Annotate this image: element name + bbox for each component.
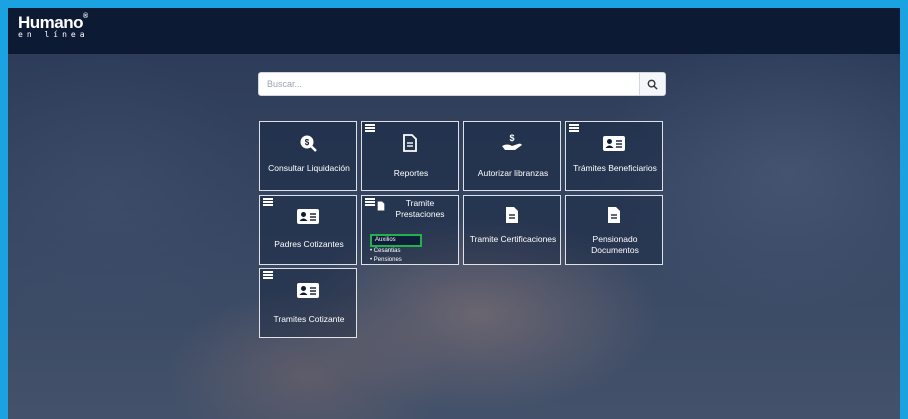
brand-registered: ® <box>83 13 88 20</box>
tile-label: Tramite Certificaciones <box>469 234 557 244</box>
top-bar: Humano® en línea <box>8 8 900 54</box>
tile-tramite-certificaciones[interactable]: Tramite Certificaciones <box>463 195 561 265</box>
menu-icon[interactable] <box>263 271 273 279</box>
tile-tramites-beneficiarios[interactable]: Trámites Beneficiarios <box>565 121 663 191</box>
submenu: Auxilios • Cesantias • Pensiones <box>368 234 456 265</box>
brand-logo[interactable]: Humano® en línea <box>18 13 89 39</box>
id-card-icon <box>260 283 356 298</box>
submenu-item-auxilios[interactable]: Auxilios <box>370 234 422 247</box>
search-icon <box>647 79 658 90</box>
tile-label: Pensionado Documentos <box>591 234 639 255</box>
tile-reportes[interactable]: Reportes <box>361 121 459 191</box>
app-frame: Humano® en línea $ Consultar Liquidación <box>8 8 900 419</box>
tile-label: Consultar Liquidación <box>268 163 350 173</box>
id-card-icon <box>260 209 356 224</box>
tile-tramite-prestaciones[interactable]: Tramite Prestaciones Auxilios • Cesantia… <box>361 195 459 265</box>
tile-consultar-liquidacion[interactable]: $ Consultar Liquidación <box>259 121 357 191</box>
document-icon <box>566 206 662 224</box>
submenu-item-pensiones[interactable]: • Pensiones <box>368 256 456 265</box>
hand-money-icon: $ <box>464 132 560 152</box>
brand-tagline: en línea <box>18 30 89 39</box>
tile-autorizar-libranzas[interactable]: $ Autorizar libranzas <box>463 121 561 191</box>
tile-label: Tramites Cotizante <box>273 314 345 324</box>
id-card-icon <box>566 136 662 151</box>
svg-text:$: $ <box>305 138 310 147</box>
tile-label: Reportes <box>393 168 429 178</box>
tile-label: Tramite Prestaciones <box>395 198 445 219</box>
tile-padres-cotizantes[interactable]: Padres Cotizantes <box>259 195 357 265</box>
submenu-item-cesantias[interactable]: • Cesantias <box>368 247 456 256</box>
search-button[interactable] <box>639 73 665 95</box>
dollar-search-icon: $ <box>260 134 356 152</box>
tile-label: Autorizar libranzas <box>477 168 549 178</box>
document-icon <box>362 134 458 152</box>
search-bar <box>258 72 666 96</box>
tile-tramites-cotizante[interactable]: Tramites Cotizante <box>259 268 357 338</box>
menu-icon[interactable] <box>569 124 579 132</box>
menu-icon[interactable] <box>365 124 375 132</box>
menu-icon[interactable] <box>263 198 273 206</box>
tile-pensionado-documentos[interactable]: Pensionado Documentos <box>565 195 663 265</box>
tile-label: Padres Cotizantes <box>274 239 344 249</box>
document-icon <box>464 206 560 224</box>
tile-label: Trámites Beneficiarios <box>573 163 657 173</box>
search-input[interactable] <box>259 73 639 95</box>
svg-text:$: $ <box>509 133 514 143</box>
menu-icon[interactable] <box>365 198 375 206</box>
